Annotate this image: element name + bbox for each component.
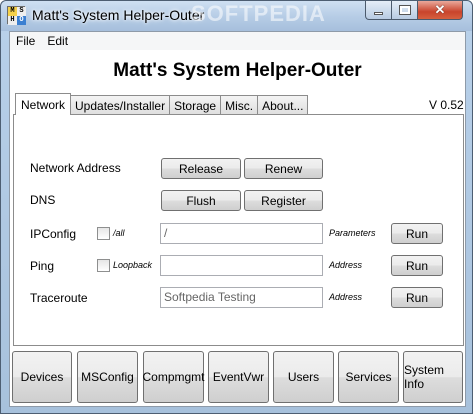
window-title: Matt's System Helper-Outer	[32, 7, 205, 23]
release-button[interactable]: Release	[161, 158, 241, 179]
icon-letter-o: O	[17, 16, 26, 25]
tab-updates-installer[interactable]: Updates/Installer	[70, 95, 171, 115]
ipconfig-run-button[interactable]: Run	[391, 223, 443, 244]
close-button[interactable]: ✕	[417, 1, 463, 20]
maximize-button[interactable]	[391, 1, 418, 20]
traceroute-address-label: Address	[329, 292, 363, 302]
eventvwr-button[interactable]: EventVwr	[208, 351, 269, 403]
register-button[interactable]: Register	[244, 190, 323, 211]
icon-letter-s: S	[17, 7, 26, 16]
ping-label: Ping	[30, 259, 55, 273]
ping-address-label: Address	[329, 260, 363, 270]
menu-bar: File Edit	[10, 32, 465, 50]
ipconfig-all-label: /all	[113, 228, 125, 238]
app-window: M S H O Matt's System Helper-Outer SOFTP…	[0, 0, 473, 414]
loopback-label: Loopback	[113, 260, 153, 270]
ipconfig-label: IPConfig	[30, 227, 77, 241]
tab-strip: Network Updates/Installer Storage Misc. …	[15, 93, 309, 115]
app-icon[interactable]: M S H O	[7, 6, 26, 25]
maximize-icon	[398, 5, 411, 15]
users-button[interactable]: Users	[273, 351, 334, 403]
tab-misc[interactable]: Misc.	[220, 95, 259, 115]
compmgmt-button[interactable]: Compmgmt	[143, 351, 205, 403]
devices-button[interactable]: Devices	[12, 351, 72, 403]
ping-run-button[interactable]: Run	[391, 255, 443, 276]
traceroute-address-input[interactable]: Softpedia Testing	[160, 287, 323, 308]
client-area: File Edit Matt's System Helper-Outer Net…	[9, 31, 466, 407]
parameters-label: Parameters	[329, 228, 376, 238]
traceroute-run-button[interactable]: Run	[391, 287, 443, 308]
ping-address-input[interactable]	[160, 255, 323, 276]
services-button[interactable]: Services	[338, 351, 399, 403]
ipconfig-parameters-input[interactable]: /	[160, 223, 323, 244]
renew-button[interactable]: Renew	[244, 158, 323, 179]
minimize-icon	[374, 11, 383, 15]
close-icon: ✕	[434, 2, 446, 17]
menu-file[interactable]: File	[10, 34, 41, 48]
tab-storage[interactable]: Storage	[169, 95, 222, 115]
ping-loopback-checkbox[interactable]	[97, 259, 110, 272]
msconfig-button[interactable]: MSConfig	[77, 351, 138, 403]
version-label: V 0.52	[429, 98, 464, 112]
minimize-button[interactable]	[365, 1, 392, 20]
flush-button[interactable]: Flush	[161, 190, 241, 211]
title-bar[interactable]: M S H O Matt's System Helper-Outer SOFTP…	[1, 1, 472, 31]
icon-letter-h: H	[8, 16, 17, 25]
network-address-label: Network Address	[30, 161, 121, 175]
tab-about[interactable]: About...	[257, 95, 309, 115]
softpedia-watermark: SOFTPEDIA	[191, 1, 326, 26]
traceroute-label: Traceroute	[30, 291, 88, 305]
network-panel: Network Address Release Renew DNS Flush …	[13, 114, 464, 346]
dns-label: DNS	[30, 193, 56, 207]
system-info-button[interactable]: System Info	[403, 351, 463, 403]
ipconfig-all-checkbox[interactable]	[97, 227, 110, 240]
menu-edit[interactable]: Edit	[41, 34, 74, 48]
bottom-toolbar: Devices MSConfig Compmgmt EventVwr Users…	[10, 348, 465, 406]
icon-letter-m: M	[8, 7, 17, 16]
app-heading: Matt's System Helper-Outer	[113, 60, 362, 81]
tab-network[interactable]: Network	[15, 93, 72, 115]
